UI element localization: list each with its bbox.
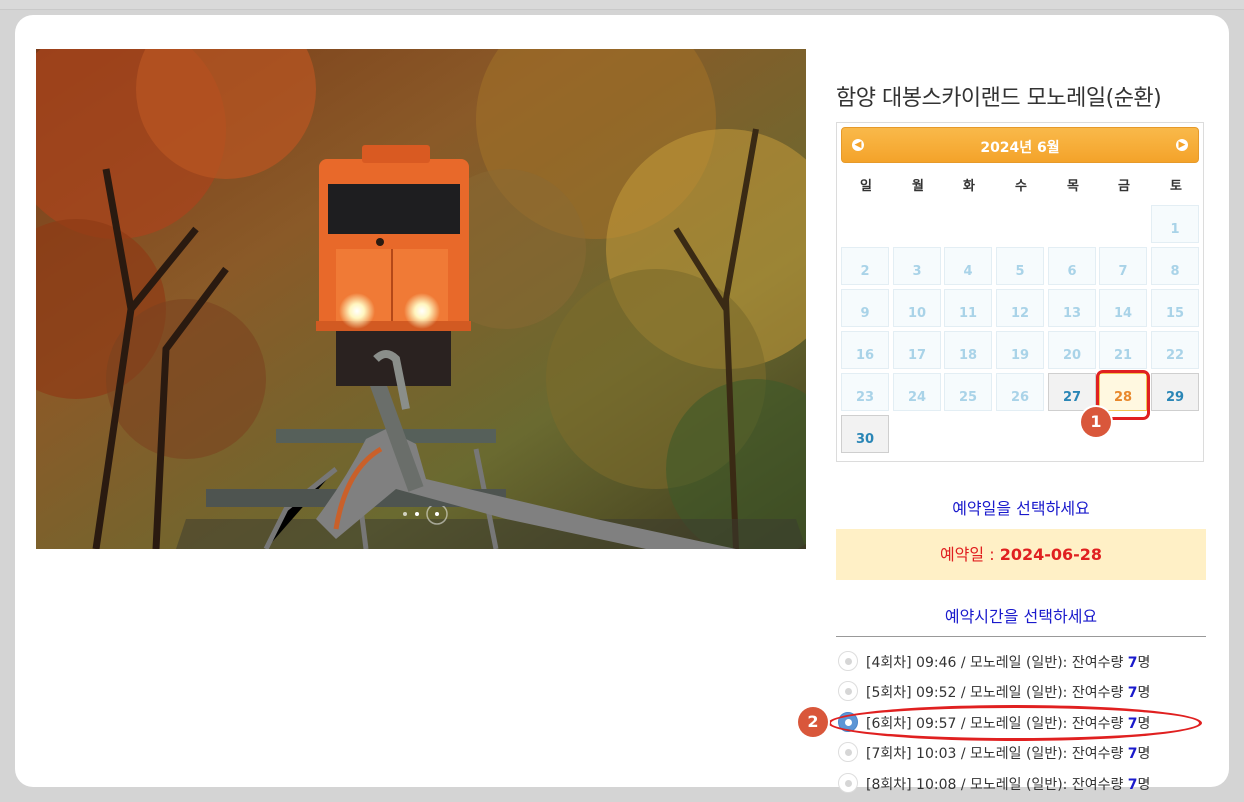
time-slot-8[interactable]: [8회차] 10:08 / 모노레일 (일반): 잔여수량 7명	[838, 771, 1218, 795]
calendar-day-22: 22	[1151, 331, 1199, 369]
weekday-wed: 수	[1015, 179, 1027, 194]
time-slot-5[interactable]: [5회차] 09:52 / 모노레일 (일반): 잔여수량 7명	[838, 679, 1218, 703]
time-slot-7[interactable]: [7회차] 10:03 / 모노레일 (일반): 잔여수량 7명	[838, 740, 1218, 764]
calendar-day-1: 1	[1151, 205, 1199, 243]
calendar-day-21: 21	[1099, 331, 1147, 369]
weekday-sat: 토	[1170, 179, 1182, 194]
next-month-icon[interactable]: ▶	[1176, 139, 1188, 151]
remaining-qty: 7	[1127, 685, 1138, 701]
calendar-day-14: 14	[1099, 289, 1147, 327]
calendar-day-29[interactable]: 29	[1151, 373, 1199, 411]
calendar-day-24: 24	[893, 373, 941, 411]
radio-button[interactable]	[838, 651, 858, 671]
calendar-day-9: 9	[841, 289, 889, 327]
calendar-day-3: 3	[893, 247, 941, 285]
calendar-day-2: 2	[841, 247, 889, 285]
calendar-day-12: 12	[996, 289, 1044, 327]
qty-unit: 명	[1137, 655, 1151, 671]
carousel-indicator[interactable]	[395, 503, 475, 540]
time-slot-text: [7회차] 10:03 / 모노레일 (일반): 잔여수량	[866, 746, 1128, 762]
weekday-fri: 금	[1118, 179, 1130, 194]
calendar-day-6: 6	[1048, 247, 1096, 285]
monorail-photo	[36, 49, 806, 549]
weekday-mon: 월	[912, 179, 924, 194]
time-slot-text: [8회차] 10:08 / 모노레일 (일반): 잔여수량	[866, 777, 1128, 793]
calendar-day-27[interactable]: 27	[1048, 373, 1096, 411]
selected-date-box: 예약일 : 2024-06-28	[836, 529, 1206, 580]
selected-date-label: 예약일 :	[939, 545, 1000, 564]
weekday-sun: 일	[860, 179, 872, 194]
time-slot-text: [5회차] 09:52 / 모노레일 (일반): 잔여수량	[866, 685, 1128, 701]
calendar-day-25: 25	[944, 373, 992, 411]
radio-button[interactable]	[838, 742, 858, 762]
calendar-day-13: 13	[1048, 289, 1096, 327]
step-2-badge: 2	[798, 707, 828, 737]
time-prompt: 예약시간을 선택하세요	[944, 607, 1098, 626]
calendar-day-5: 5	[996, 247, 1044, 285]
calendar-day-23: 23	[841, 373, 889, 411]
calendar-day-7: 7	[1099, 247, 1147, 285]
remaining-qty: 7	[1127, 655, 1138, 671]
radio-button[interactable]	[838, 681, 858, 701]
radio-button[interactable]	[838, 773, 858, 793]
calendar-day-19: 19	[996, 331, 1044, 369]
step-1-badge: 1	[1081, 407, 1111, 437]
date-prompt: 예약일을 선택하세요	[952, 499, 1090, 518]
time-slot-text: [4회차] 09:46 / 모노레일 (일반): 잔여수량	[866, 655, 1128, 671]
time-slot-4[interactable]: [4회차] 09:46 / 모노레일 (일반): 잔여수량 7명	[838, 649, 1218, 673]
calendar-month-label: 2024년 6월	[980, 140, 1060, 156]
calendar-day-20: 20	[1048, 331, 1096, 369]
qty-unit: 명	[1137, 746, 1151, 762]
window-top-bar	[0, 0, 1244, 10]
remaining-qty: 7	[1127, 777, 1138, 793]
weekday-tue: 화	[963, 179, 975, 194]
time-slot-highlight-ellipse	[828, 705, 1202, 741]
calendar-day-16: 16	[841, 331, 889, 369]
calendar-day-30[interactable]: 30	[841, 415, 889, 453]
divider	[836, 636, 1206, 637]
calendar-day-11: 11	[944, 289, 992, 327]
calendar-day-8: 8	[1151, 247, 1199, 285]
calendar-day-18: 18	[944, 331, 992, 369]
remaining-qty: 7	[1127, 746, 1138, 762]
weekday-thu: 목	[1067, 179, 1079, 194]
product-title: 함양 대봉스카이랜드 모노레일(순환)	[836, 86, 1162, 111]
calendar-day-17: 17	[893, 331, 941, 369]
calendar-day-15: 15	[1151, 289, 1199, 327]
calendar-day-4: 4	[944, 247, 992, 285]
calendar-day-26: 26	[996, 373, 1044, 411]
qty-unit: 명	[1137, 777, 1151, 793]
calendar-header: ◀ 2024년 6월 ▶	[841, 127, 1199, 163]
selected-date-value: 2024-06-28	[999, 545, 1103, 564]
calendar-day-10: 10	[893, 289, 941, 327]
qty-unit: 명	[1137, 685, 1151, 701]
